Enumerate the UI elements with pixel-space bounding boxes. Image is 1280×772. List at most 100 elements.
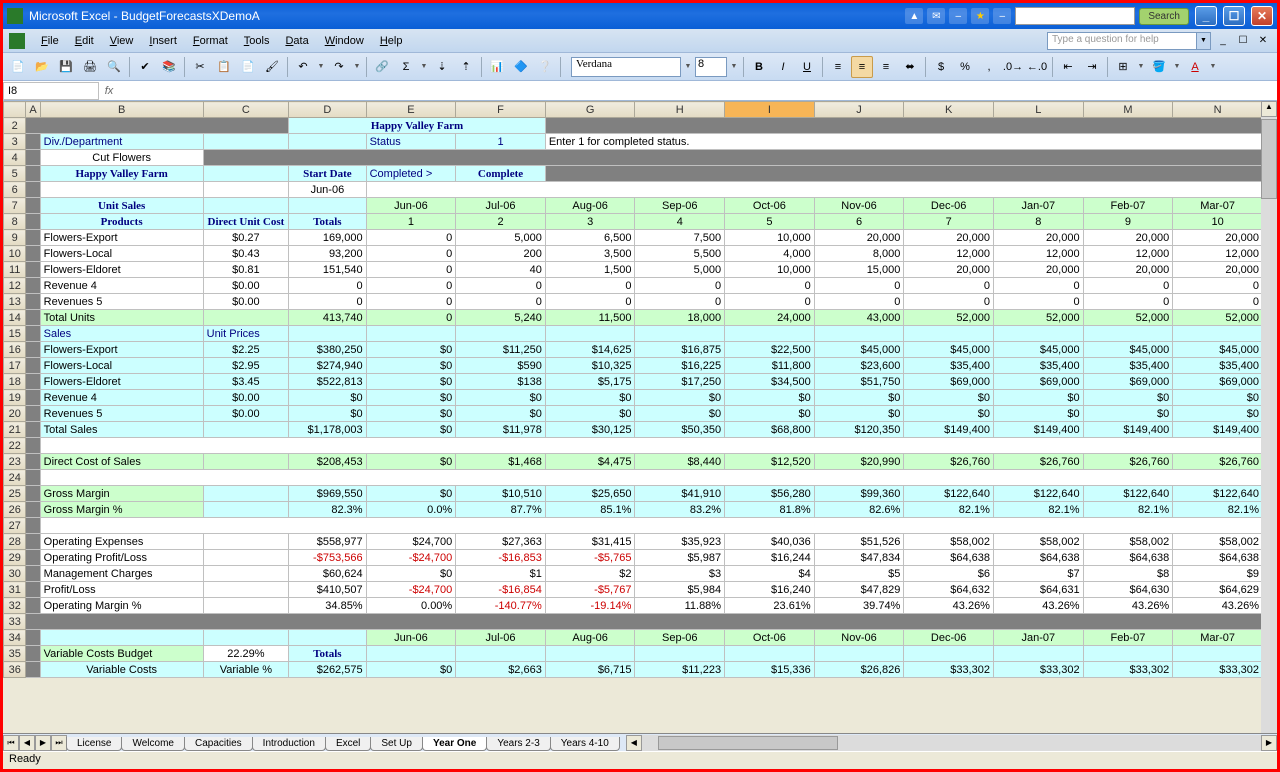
- cell[interactable]: 12,000: [904, 246, 994, 262]
- row-header-20[interactable]: 20: [4, 406, 26, 422]
- cell[interactable]: 43.26%: [993, 598, 1083, 614]
- cell[interactable]: $5,984: [635, 582, 725, 598]
- col-header-N[interactable]: N: [1173, 102, 1263, 118]
- menu-insert[interactable]: Insert: [141, 32, 185, 50]
- cell[interactable]: $31,415: [545, 534, 635, 550]
- cell[interactable]: [26, 358, 40, 374]
- borders-icon[interactable]: ⊞: [1112, 56, 1134, 78]
- cell[interactable]: [725, 646, 815, 662]
- cell[interactable]: Flowers-Local: [40, 358, 203, 374]
- cell[interactable]: 20,000: [1083, 262, 1173, 278]
- cell[interactable]: 52,000: [1083, 310, 1173, 326]
- cell[interactable]: Start Date: [289, 166, 366, 182]
- cell[interactable]: $120,350: [814, 422, 904, 438]
- cell[interactable]: 0: [289, 278, 366, 294]
- row-header-30[interactable]: 30: [4, 566, 26, 582]
- cell[interactable]: [26, 262, 40, 278]
- cell[interactable]: $45,000: [1083, 342, 1173, 358]
- cell[interactable]: 2: [456, 214, 546, 230]
- cell[interactable]: Mar-07: [1173, 630, 1263, 646]
- cell[interactable]: [1173, 646, 1263, 662]
- cell[interactable]: $2.95: [203, 358, 289, 374]
- cell[interactable]: [1173, 326, 1263, 342]
- research-icon[interactable]: 📚: [158, 56, 180, 78]
- help-search-input[interactable]: Type a question for help: [1047, 32, 1197, 50]
- cell[interactable]: 39.74%: [814, 598, 904, 614]
- cell[interactable]: $0: [366, 662, 456, 678]
- cell[interactable]: Variable Costs: [40, 662, 203, 678]
- row-header-9[interactable]: 9: [4, 230, 26, 246]
- cell[interactable]: [993, 646, 1083, 662]
- cell[interactable]: 18,000: [635, 310, 725, 326]
- col-header-K[interactable]: K: [904, 102, 994, 118]
- cell[interactable]: Operating Expenses: [40, 534, 203, 550]
- cell[interactable]: $64,629: [1173, 582, 1263, 598]
- cell[interactable]: $69,000: [1083, 374, 1173, 390]
- help-dropdown-icon[interactable]: ▼: [1197, 32, 1211, 50]
- cell[interactable]: [26, 662, 40, 678]
- cell[interactable]: Nov-06: [814, 198, 904, 214]
- cell[interactable]: [545, 646, 635, 662]
- cell[interactable]: [203, 198, 289, 214]
- cell[interactable]: [26, 486, 40, 502]
- bold-icon[interactable]: B: [748, 56, 770, 78]
- cell[interactable]: $64,632: [904, 582, 994, 598]
- cell[interactable]: $0: [366, 358, 456, 374]
- cell[interactable]: $26,760: [1173, 454, 1263, 470]
- cell[interactable]: 8: [993, 214, 1083, 230]
- cell[interactable]: $17,250: [635, 374, 725, 390]
- redo-dropdown-icon[interactable]: ▼: [352, 57, 362, 77]
- cell[interactable]: Revenues 5: [40, 294, 203, 310]
- cell[interactable]: 0: [1173, 278, 1263, 294]
- doc-max-button[interactable]: ☐: [1235, 33, 1251, 49]
- formula-input[interactable]: [119, 82, 1277, 100]
- cell[interactable]: [203, 502, 289, 518]
- cell[interactable]: 83.2%: [635, 502, 725, 518]
- tab-first-icon[interactable]: ⏮: [3, 735, 19, 751]
- tab-next-icon[interactable]: ▶: [35, 735, 51, 751]
- cell[interactable]: [26, 550, 40, 566]
- cell[interactable]: [26, 230, 40, 246]
- cell[interactable]: [26, 150, 40, 166]
- cell[interactable]: [26, 598, 40, 614]
- cell[interactable]: [26, 390, 40, 406]
- menu-file[interactable]: File: [33, 32, 67, 50]
- cell[interactable]: $0: [1083, 390, 1173, 406]
- cell[interactable]: $64,630: [1083, 582, 1173, 598]
- cell[interactable]: $64,638: [993, 550, 1083, 566]
- cell[interactable]: $58,002: [904, 534, 994, 550]
- cell[interactable]: $969,550: [289, 486, 366, 502]
- cell[interactable]: [203, 550, 289, 566]
- cell[interactable]: Flowers-Local: [40, 246, 203, 262]
- cell[interactable]: $0: [1083, 406, 1173, 422]
- cell[interactable]: Total Sales: [40, 422, 203, 438]
- cell[interactable]: $0: [366, 486, 456, 502]
- cell[interactable]: $69,000: [1173, 374, 1263, 390]
- cell[interactable]: Totals: [289, 646, 366, 662]
- cell[interactable]: 0: [456, 294, 546, 310]
- doc-close-button[interactable]: ✕: [1255, 33, 1271, 49]
- select-all-cell[interactable]: [4, 102, 26, 118]
- cell[interactable]: [26, 310, 40, 326]
- cell[interactable]: $138: [456, 374, 546, 390]
- cell[interactable]: Sep-06: [635, 198, 725, 214]
- cell[interactable]: $590: [456, 358, 546, 374]
- cell[interactable]: 1,500: [545, 262, 635, 278]
- cell[interactable]: 0: [904, 294, 994, 310]
- fontcolor-dropdown-icon[interactable]: ▼: [1208, 57, 1218, 77]
- cell[interactable]: $69,000: [904, 374, 994, 390]
- cell[interactable]: 43.26%: [1173, 598, 1263, 614]
- open-icon[interactable]: 📂: [31, 56, 53, 78]
- cell[interactable]: Jan-07: [993, 198, 1083, 214]
- cell[interactable]: Gross Margin %: [40, 502, 203, 518]
- cell[interactable]: [203, 566, 289, 582]
- cell[interactable]: 4: [635, 214, 725, 230]
- cell[interactable]: $522,813: [289, 374, 366, 390]
- cell[interactable]: $15,336: [725, 662, 815, 678]
- cell[interactable]: Nov-06: [814, 630, 904, 646]
- cell[interactable]: [26, 470, 40, 486]
- cell[interactable]: 20,000: [993, 230, 1083, 246]
- cell[interactable]: $35,923: [635, 534, 725, 550]
- cell[interactable]: $149,400: [1083, 422, 1173, 438]
- fx-icon[interactable]: fx: [99, 85, 119, 97]
